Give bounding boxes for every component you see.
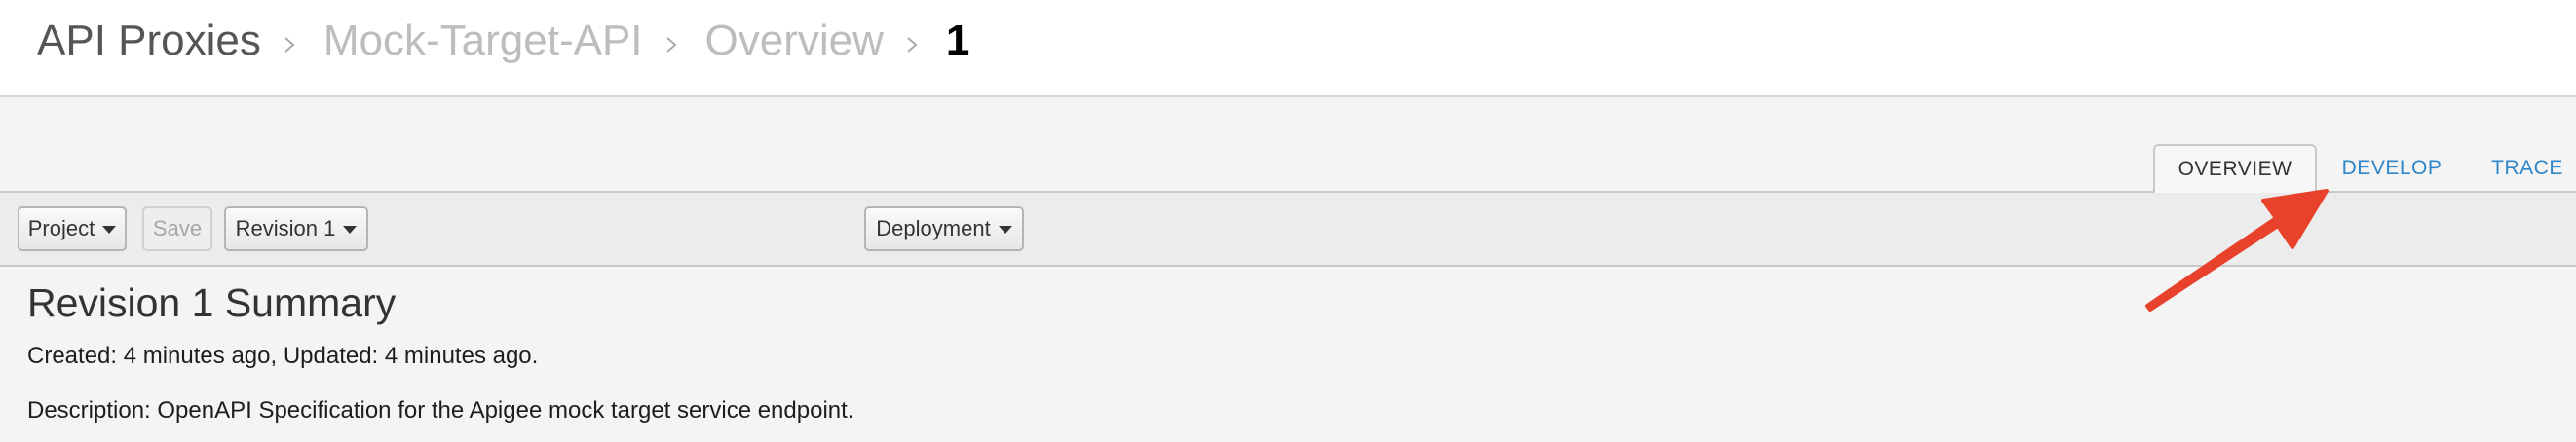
tab-develop[interactable]: DEVELOP (2342, 146, 2442, 191)
chevron-right-icon (283, 37, 298, 53)
deployment-button-label: Deployment (876, 216, 991, 240)
caret-down-icon (998, 226, 1012, 234)
header: API Proxies Mock-Target-API Overview 1 (0, 0, 2576, 97)
save-button[interactable]: Save (142, 206, 212, 251)
created-updated-text: Created: 4 minutes ago, Updated: 4 minut… (27, 343, 539, 369)
revision-button-label: Revision 1 (235, 216, 336, 240)
breadcrumb-api-proxies[interactable]: API Proxies (37, 17, 261, 65)
chevron-right-icon (664, 37, 680, 53)
project-dropdown-button[interactable]: Project (18, 206, 127, 251)
description-text: Description: OpenAPI Specification for t… (27, 397, 854, 424)
chevron-right-icon (905, 37, 921, 53)
breadcrumb-proxy-name[interactable]: Mock-Target-API (323, 17, 643, 65)
toolbar: Project Save Revision 1 Deployment (0, 191, 2576, 267)
summary-title: Revision 1 Summary (27, 280, 397, 325)
tab-overview[interactable]: OVERVIEW (2153, 144, 2317, 193)
breadcrumb: API Proxies Mock-Target-API Overview 1 (37, 12, 969, 70)
revision-dropdown-button[interactable]: Revision 1 (224, 206, 368, 251)
breadcrumb-overview[interactable]: Overview (705, 17, 884, 65)
caret-down-icon (343, 226, 358, 234)
caret-down-icon (102, 226, 117, 234)
deployment-dropdown-button[interactable]: Deployment (864, 206, 1024, 251)
save-button-label: Save (152, 216, 203, 240)
project-button-label: Project (27, 216, 95, 240)
tab-trace[interactable]: TRACE (2491, 146, 2562, 191)
breadcrumb-revision: 1 (945, 17, 970, 64)
